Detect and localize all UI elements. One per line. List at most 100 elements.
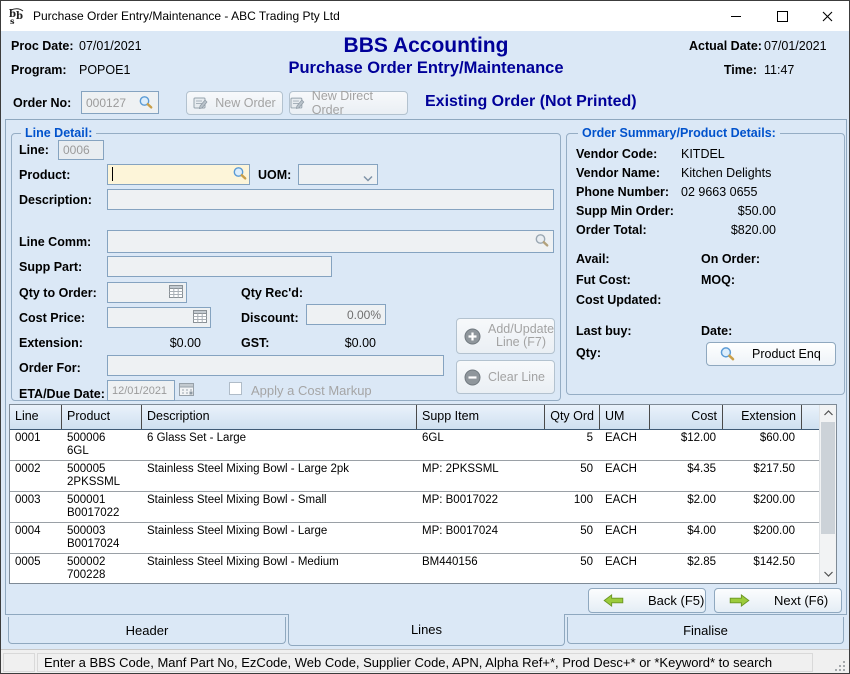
cell-um: EACH (600, 523, 650, 553)
discount-input[interactable] (306, 304, 386, 325)
vendor-code-label: Vendor Code: (576, 147, 657, 161)
supp-min-order-value: $50.00 (681, 204, 776, 218)
scrollbar-thumb[interactable] (821, 422, 835, 534)
app-title: BBS Accounting (251, 34, 601, 58)
order-lines-table: LineProductDescriptionSupp ItemQty OrdUM… (9, 404, 837, 584)
discount-label: Discount: (241, 311, 299, 325)
bbs-logo-icon: b b s (8, 7, 26, 30)
order-for-input[interactable] (107, 355, 444, 376)
scroll-up-button[interactable] (820, 405, 836, 421)
cell-extension: $217.50 (723, 461, 802, 491)
column-header[interactable]: UM (600, 405, 650, 429)
new-order-button[interactable]: New Order (186, 91, 283, 115)
cell-qty-ord: 100 (545, 492, 600, 522)
status-bar: Enter a BBS Code, Manf Part No, EzCode, … (1, 649, 849, 674)
new-direct-order-button[interactable]: New Direct Order (289, 91, 408, 115)
product-enq-label: Product Enq (752, 347, 821, 361)
vendor-name-label: Vendor Name: (576, 166, 660, 180)
product-search-icon[interactable] (232, 166, 248, 187)
table-row[interactable]: 0005500002 700228Stainless Steel Mixing … (10, 554, 820, 583)
tab-finalise[interactable]: Finalise (567, 617, 844, 644)
window-title: Purchase Order Entry/Maintenance - ABC T… (33, 9, 340, 23)
plus-circle-icon (464, 328, 481, 345)
line-comm-input[interactable] (107, 230, 554, 253)
column-header[interactable]: Description (142, 405, 417, 429)
column-header[interactable]: Cost (650, 405, 723, 429)
uom-dropdown[interactable] (298, 164, 378, 185)
table-body: 0001500006 6GL6 Glass Set - Large6GL5EAC… (10, 430, 820, 583)
time-label: Time: (689, 63, 757, 77)
product-input[interactable] (107, 164, 250, 185)
uom-label: UOM: (258, 168, 291, 182)
new-direct-order-icon (290, 97, 305, 110)
column-header[interactable]: Product (62, 405, 142, 429)
product-enq-search-icon (719, 346, 736, 363)
table-scrollbar[interactable] (819, 405, 836, 583)
phone-number-label: Phone Number: (576, 185, 669, 199)
tab-finalise-label: Finalise (683, 623, 728, 638)
qty-to-order-label: Qty to Order: (19, 286, 97, 300)
cell-description: Stainless Steel Mixing Bowl - Medium (142, 554, 417, 583)
on-order-label: On Order: (701, 252, 760, 266)
chevron-down-icon (363, 171, 373, 185)
gst-value: $0.00 (306, 336, 376, 350)
arrow-right-icon (729, 594, 750, 607)
description-input[interactable] (107, 189, 554, 210)
order-total-value: $820.00 (681, 223, 776, 237)
column-header[interactable]: Supp Item (417, 405, 545, 429)
extension-value: $0.00 (141, 336, 201, 350)
apply-markup-checkbox[interactable] (229, 382, 242, 395)
cell-description: Stainless Steel Mixing Bowl - Large 2pk (142, 461, 417, 491)
apply-markup-label: Apply a Cost Markup (251, 383, 372, 398)
tab-header[interactable]: Header (8, 617, 286, 644)
line-detail-legend: Line Detail: (21, 126, 96, 140)
back-label: Back (F5) (648, 593, 704, 608)
calendar-icon[interactable] (179, 382, 194, 401)
supp-part-label: Supp Part: (19, 260, 82, 274)
line-comm-search-icon[interactable] (534, 233, 550, 254)
scroll-down-icon (824, 571, 833, 577)
supp-part-input[interactable] (107, 256, 332, 277)
close-icon (822, 11, 833, 22)
cell-description: 6 Glass Set - Large (142, 430, 417, 460)
clear-line-button[interactable]: Clear Line (456, 360, 555, 394)
maximize-button[interactable] (759, 1, 805, 31)
cell-line: 0005 (10, 554, 62, 583)
column-header[interactable]: Qty Ord (545, 405, 600, 429)
table-row[interactable]: 0004500003 B0017024Stainless Steel Mixin… (10, 523, 820, 554)
table-row[interactable]: 0003500001 B0017022Stainless Steel Mixin… (10, 492, 820, 523)
product-enq-button[interactable]: Product Enq (706, 342, 836, 366)
next-button[interactable]: Next (F6) (714, 588, 842, 613)
table-row[interactable]: 0002500005 2PKSSMLStainless Steel Mixing… (10, 461, 820, 492)
arrow-left-icon (603, 594, 624, 607)
back-button[interactable]: Back (F5) (588, 588, 706, 613)
line-number-field: 0006 (58, 140, 104, 160)
qty-calculator-icon[interactable] (169, 285, 183, 303)
scroll-down-button[interactable] (820, 566, 836, 582)
minimize-button[interactable] (713, 1, 759, 31)
add-update-line-button[interactable]: Add/Update Line (F7) (456, 318, 555, 354)
order-status-text: Existing Order (Not Printed) (425, 93, 637, 111)
program-value: POPOE1 (79, 63, 130, 77)
cost-calculator-icon[interactable] (193, 310, 207, 328)
tab-lines[interactable]: Lines (288, 614, 565, 646)
eta-date-input[interactable] (107, 380, 175, 401)
cell-um: EACH (600, 554, 650, 583)
application-window: b b s Purchase Order Entry/Maintenance -… (0, 0, 850, 674)
proc-date-label: Proc Date: (11, 39, 74, 53)
close-button[interactable] (804, 1, 850, 31)
tab-header-label: Header (126, 623, 169, 638)
cell-cost: $2.85 (650, 554, 723, 583)
order-no-label: Order No: (13, 96, 71, 110)
cell-line: 0003 (10, 492, 62, 522)
resize-grip-icon[interactable] (834, 660, 846, 672)
cell-product: 500001 B0017022 (62, 492, 142, 522)
clear-line-label: Clear Line (488, 370, 545, 384)
column-header[interactable]: Extension (723, 405, 802, 429)
cell-qty-ord: 50 (545, 554, 600, 583)
column-header[interactable]: Line (10, 405, 62, 429)
order-search-icon[interactable] (138, 95, 154, 116)
table-row[interactable]: 0001500006 6GL6 Glass Set - Large6GL5EAC… (10, 430, 820, 461)
cell-line: 0004 (10, 523, 62, 553)
eta-date-label: ETA/Due Date: (19, 387, 105, 401)
